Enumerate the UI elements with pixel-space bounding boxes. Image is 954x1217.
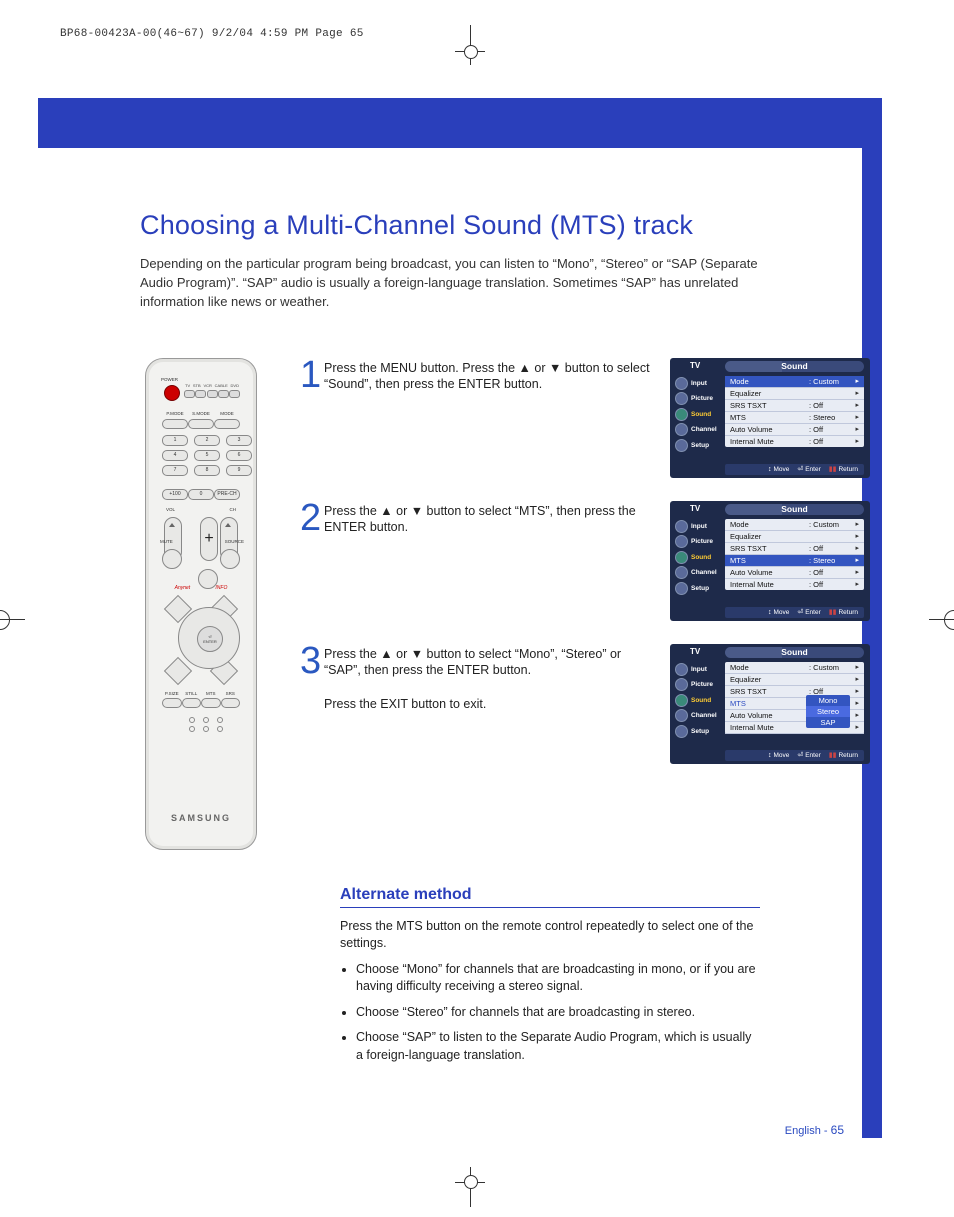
dpad: ⏎ENTER — [168, 599, 234, 681]
step-number: 1 — [300, 358, 324, 483]
bullet-item: Choose “Stereo” for channels that are br… — [356, 1004, 760, 1022]
bottom-buttons — [162, 698, 240, 708]
alternate-method-lead: Press the MTS button on the remote contr… — [340, 918, 760, 953]
volume-channel-controls: VOLCH + MUTE SOURCE — [162, 507, 240, 577]
step-number: 2 — [300, 501, 324, 626]
intro-text: Depending on the particular program bein… — [140, 255, 760, 312]
page-title: Choosing a Multi-Channel Sound (MTS) tra… — [140, 210, 870, 241]
mode-buttons — [162, 419, 240, 429]
header-bar — [38, 98, 868, 148]
page-footer: English - 65 — [785, 1123, 844, 1137]
mode-labels: P.MODES.MODEMODE — [162, 411, 240, 416]
step-2: 2Press the ▲ or ▼ button to select “MTS”… — [300, 501, 870, 626]
alternate-method-section: Alternate method Press the MTS button on… — [340, 886, 760, 1065]
step-number: 3 — [300, 644, 324, 769]
extra-buttons — [189, 717, 213, 732]
step-text: Press the ▲ or ▼ button to select “MTS”,… — [324, 501, 670, 626]
osd-screenshot: TVSoundInputPictureSoundChannelSetupMode… — [670, 358, 870, 478]
number-pad-bottom: +1000PRE-CH — [162, 489, 240, 500]
step-text: Press the MENU button. Press the ▲ or ▼ … — [324, 358, 670, 483]
red-labels: AnynetINFO — [162, 585, 240, 591]
step-1: 1Press the MENU button. Press the ▲ or ▼… — [300, 358, 870, 483]
brand-label: SAMSUNG — [154, 813, 248, 823]
bullet-item: Choose “SAP” to listen to the Separate A… — [356, 1029, 760, 1064]
bullet-item: Choose “Mono” for channels that are broa… — [356, 961, 760, 996]
bottom-labels: P.SIZESTILLMTSSRS — [162, 691, 240, 696]
step-3: 3Press the ▲ or ▼ button to select “Mono… — [300, 644, 870, 769]
power-label: POWER — [161, 377, 178, 382]
remote-control-illustration: POWER TVSTBVCRCABLEDVD P.MODES.MODEMODE … — [145, 358, 257, 850]
print-header: BP68-00423A-00(46~67) 9/2/04 4:59 PM Pag… — [60, 28, 364, 40]
device-selector: TVSTBVCRCABLEDVD — [184, 383, 240, 398]
step-text: Press the ▲ or ▼ button to select “Mono”… — [324, 644, 670, 769]
number-pad: 123 456 789 — [162, 435, 240, 476]
power-button-icon — [164, 385, 180, 401]
osd-screenshot: TVSoundInputPictureSoundChannelSetupMode… — [670, 644, 870, 764]
alternate-method-title: Alternate method — [340, 886, 760, 904]
crop-mark-bottom — [0, 1167, 954, 1207]
osd-screenshot: TVSoundInputPictureSoundChannelSetupMode… — [670, 501, 870, 621]
